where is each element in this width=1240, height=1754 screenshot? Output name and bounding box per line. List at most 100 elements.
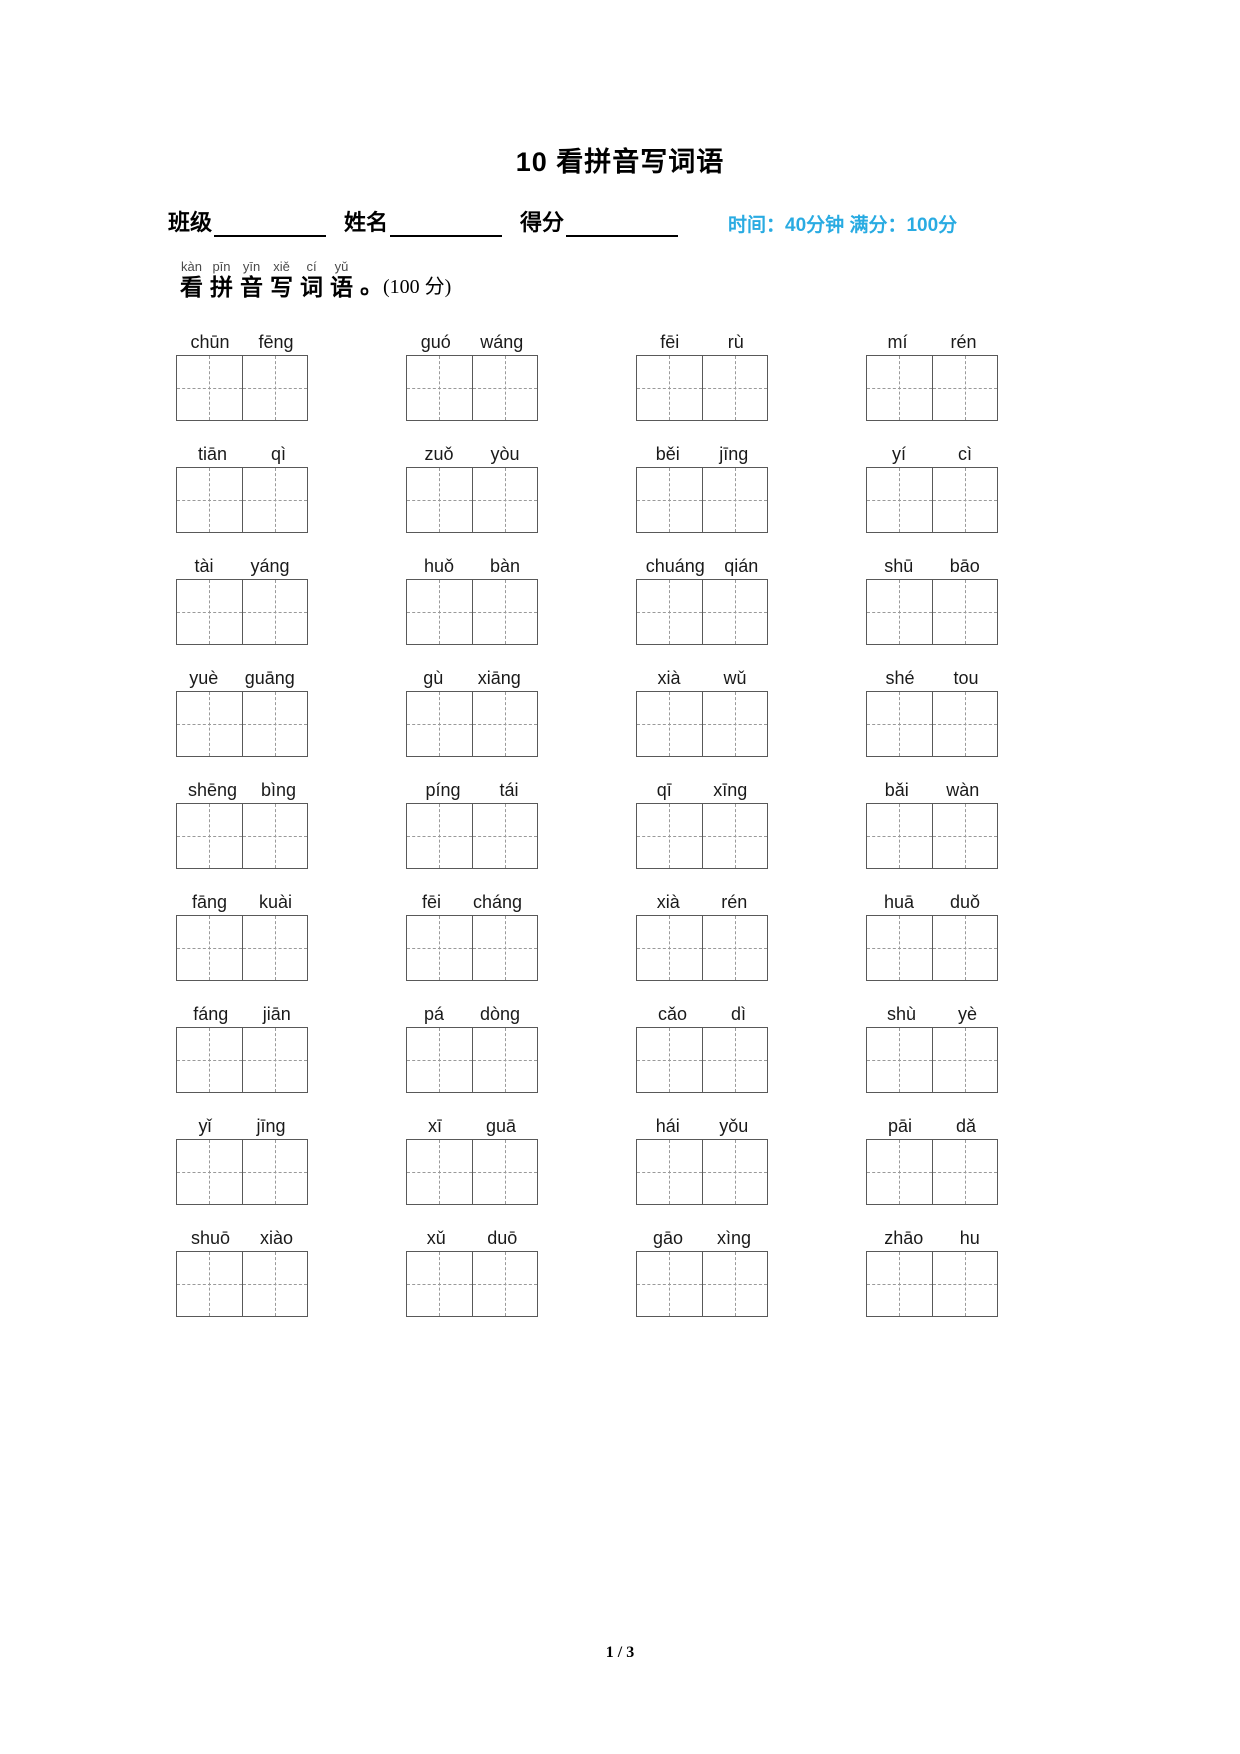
tianzige-cell[interactable] <box>702 916 768 980</box>
tianzige-cell[interactable] <box>637 804 703 868</box>
tianzige-cell[interactable] <box>407 1028 473 1092</box>
tianzige-answer-box[interactable] <box>406 915 538 981</box>
tianzige-cell[interactable] <box>242 1028 308 1092</box>
tianzige-answer-box[interactable] <box>866 467 998 533</box>
tianzige-cell[interactable] <box>867 580 933 644</box>
tianzige-answer-box[interactable] <box>636 467 768 533</box>
tianzige-cell[interactable] <box>472 580 538 644</box>
tianzige-answer-box[interactable] <box>636 691 768 757</box>
tianzige-answer-box[interactable] <box>866 579 998 645</box>
tianzige-answer-box[interactable] <box>176 915 308 981</box>
tianzige-cell[interactable] <box>637 356 703 420</box>
tianzige-cell[interactable] <box>177 1252 243 1316</box>
tianzige-answer-box[interactable] <box>176 467 308 533</box>
info-blank-name[interactable] <box>390 217 503 237</box>
tianzige-answer-box[interactable] <box>176 803 308 869</box>
tianzige-answer-box[interactable] <box>406 1139 538 1205</box>
tianzige-answer-box[interactable] <box>636 355 768 421</box>
tianzige-cell[interactable] <box>932 468 998 532</box>
tianzige-cell[interactable] <box>472 356 538 420</box>
info-blank-score[interactable] <box>566 217 679 237</box>
tianzige-cell[interactable] <box>702 356 768 420</box>
tianzige-cell[interactable] <box>702 580 768 644</box>
tianzige-cell[interactable] <box>867 468 933 532</box>
tianzige-cell[interactable] <box>472 692 538 756</box>
tianzige-cell[interactable] <box>242 580 308 644</box>
tianzige-cell[interactable] <box>177 1028 243 1092</box>
tianzige-cell[interactable] <box>702 1028 768 1092</box>
tianzige-answer-box[interactable] <box>176 579 308 645</box>
tianzige-cell[interactable] <box>242 356 308 420</box>
tianzige-cell[interactable] <box>702 468 768 532</box>
tianzige-answer-box[interactable] <box>176 691 308 757</box>
tianzige-cell[interactable] <box>242 1140 308 1204</box>
tianzige-cell[interactable] <box>932 916 998 980</box>
tianzige-cell[interactable] <box>177 356 243 420</box>
tianzige-cell[interactable] <box>472 804 538 868</box>
tianzige-cell[interactable] <box>407 1140 473 1204</box>
tianzige-answer-box[interactable] <box>406 1027 538 1093</box>
tianzige-cell[interactable] <box>867 916 933 980</box>
tianzige-cell[interactable] <box>407 580 473 644</box>
tianzige-cell[interactable] <box>702 1252 768 1316</box>
tianzige-answer-box[interactable] <box>406 1251 538 1317</box>
tianzige-cell[interactable] <box>637 916 703 980</box>
tianzige-cell[interactable] <box>177 804 243 868</box>
tianzige-cell[interactable] <box>932 804 998 868</box>
tianzige-answer-box[interactable] <box>636 1251 768 1317</box>
tianzige-answer-box[interactable] <box>636 915 768 981</box>
tianzige-answer-box[interactable] <box>636 803 768 869</box>
tianzige-cell[interactable] <box>702 1140 768 1204</box>
tianzige-cell[interactable] <box>472 468 538 532</box>
tianzige-cell[interactable] <box>932 1140 998 1204</box>
tianzige-answer-box[interactable] <box>406 355 538 421</box>
tianzige-cell[interactable] <box>932 580 998 644</box>
tianzige-cell[interactable] <box>242 804 308 868</box>
tianzige-cell[interactable] <box>242 692 308 756</box>
tianzige-answer-box[interactable] <box>866 691 998 757</box>
tianzige-cell[interactable] <box>637 1252 703 1316</box>
tianzige-cell[interactable] <box>407 804 473 868</box>
tianzige-cell[interactable] <box>637 692 703 756</box>
tianzige-cell[interactable] <box>637 1140 703 1204</box>
tianzige-answer-box[interactable] <box>406 691 538 757</box>
tianzige-cell[interactable] <box>867 804 933 868</box>
tianzige-answer-box[interactable] <box>866 1139 998 1205</box>
tianzige-cell[interactable] <box>867 692 933 756</box>
tianzige-answer-box[interactable] <box>636 1027 768 1093</box>
tianzige-cell[interactable] <box>472 1028 538 1092</box>
tianzige-cell[interactable] <box>242 468 308 532</box>
tianzige-cell[interactable] <box>177 916 243 980</box>
tianzige-cell[interactable] <box>702 804 768 868</box>
tianzige-cell[interactable] <box>242 1252 308 1316</box>
tianzige-cell[interactable] <box>637 468 703 532</box>
tianzige-answer-box[interactable] <box>636 579 768 645</box>
tianzige-cell[interactable] <box>472 1252 538 1316</box>
tianzige-answer-box[interactable] <box>636 1139 768 1205</box>
tianzige-cell[interactable] <box>932 1028 998 1092</box>
tianzige-answer-box[interactable] <box>406 579 538 645</box>
tianzige-answer-box[interactable] <box>176 355 308 421</box>
tianzige-cell[interactable] <box>177 1140 243 1204</box>
tianzige-answer-box[interactable] <box>866 1251 998 1317</box>
tianzige-cell[interactable] <box>932 1252 998 1316</box>
tianzige-cell[interactable] <box>932 356 998 420</box>
tianzige-cell[interactable] <box>407 692 473 756</box>
tianzige-cell[interactable] <box>407 916 473 980</box>
info-blank-class[interactable] <box>214 217 327 237</box>
tianzige-answer-box[interactable] <box>866 355 998 421</box>
tianzige-cell[interactable] <box>472 1140 538 1204</box>
tianzige-cell[interactable] <box>867 1028 933 1092</box>
tianzige-cell[interactable] <box>637 1028 703 1092</box>
tianzige-cell[interactable] <box>407 1252 473 1316</box>
tianzige-cell[interactable] <box>177 468 243 532</box>
tianzige-answer-box[interactable] <box>406 467 538 533</box>
tianzige-answer-box[interactable] <box>176 1139 308 1205</box>
tianzige-cell[interactable] <box>867 356 933 420</box>
tianzige-cell[interactable] <box>407 468 473 532</box>
tianzige-answer-box[interactable] <box>176 1251 308 1317</box>
tianzige-answer-box[interactable] <box>866 915 998 981</box>
tianzige-cell[interactable] <box>867 1252 933 1316</box>
tianzige-answer-box[interactable] <box>866 1027 998 1093</box>
tianzige-cell[interactable] <box>177 580 243 644</box>
